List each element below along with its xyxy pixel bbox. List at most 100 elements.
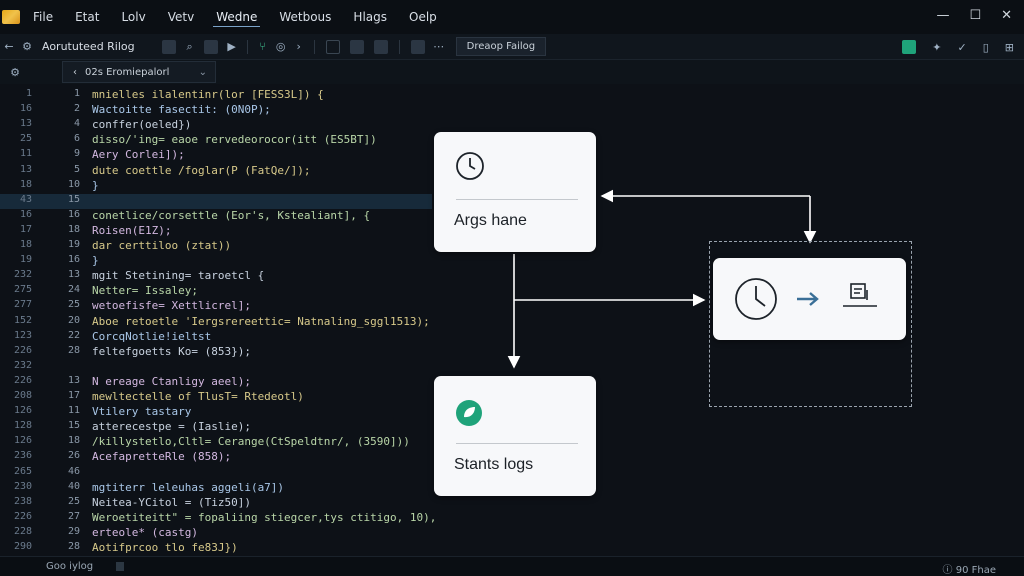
gutter-outer-number: 16 — [19, 208, 32, 220]
code-text: conetlice/corsettle (Eor's, Kstealiant],… — [92, 208, 371, 222]
code-line[interactable]: 226 28 feltefgoetts Ko= (853}); — [0, 345, 432, 360]
play-icon[interactable]: ▶ — [223, 40, 241, 53]
sidebar-icon[interactable]: ▯ — [983, 41, 989, 54]
gutter-outer-number: 123 — [13, 329, 32, 341]
terminal-icon[interactable] — [410, 39, 425, 54]
code-line[interactable]: 126 18/killystetlo,Cltl= Cerange(CtSpeldt… — [0, 435, 432, 450]
code-line[interactable]: 126 11 Vtilery tastary — [0, 405, 432, 420]
copy-icon[interactable] — [349, 39, 364, 54]
stop-icon[interactable] — [373, 39, 388, 54]
code-line[interactable]: 275 24 Netter= Issaley; — [0, 284, 432, 299]
code-line[interactable]: 277 25 wetoefisfe= Xettlicrel]; — [0, 299, 432, 314]
menu-window[interactable]: Wedne — [213, 8, 261, 27]
node-result[interactable] — [713, 258, 906, 340]
gutter-outer-number: 226 — [13, 510, 32, 522]
status-left-text: Goo iylog — [46, 561, 94, 572]
settings-gear-icon[interactable]: ⚙ — [6, 66, 24, 79]
grid-icon[interactable]: ⊞ — [1005, 41, 1014, 54]
panel-icon[interactable] — [161, 39, 176, 54]
code-line[interactable]: 16 16 conetlice/corsettle (Eor's, Kstealia… — [0, 209, 432, 224]
code-line[interactable]: 43 15 — [0, 193, 432, 209]
layout-icon[interactable] — [203, 39, 218, 54]
code-line[interactable]: 1 1 mnielles ilalentinr(lor [FESS3L]) { — [0, 88, 432, 103]
flow-diagram: Args hane Stants logs — [432, 84, 1024, 556]
code-line[interactable]: 228 29 erteole* (castg) — [0, 526, 432, 541]
gutter-outer-number: 13 — [19, 118, 32, 130]
dots-icon[interactable]: ⋯ — [430, 40, 448, 53]
menu-tools[interactable]: Lolv — [118, 8, 148, 26]
gutter-outer-number: 126 — [13, 405, 32, 417]
node-divider — [456, 443, 578, 444]
line-number: 9 — [73, 148, 80, 160]
menu-help[interactable]: Oelp — [406, 8, 440, 26]
code-line[interactable]: 232 13 mgit Stetining= taroetcl { — [0, 269, 432, 284]
node-args[interactable]: Args hane — [434, 132, 596, 252]
code-line[interactable]: 13 5 dute coettle /foglar(P (FatQe/]); — [0, 164, 432, 179]
maximize-icon[interactable]: ☐ — [969, 8, 981, 23]
code-line[interactable]: 13 4 conffer(oeled}) — [0, 118, 432, 133]
code-line[interactable]: 265 46 — [0, 466, 432, 481]
code-text: atterecestpe = (Iaslie); — [92, 420, 251, 434]
code-line[interactable]: 226 13 N ereage Ctanligy aeel); — [0, 375, 432, 390]
code-line[interactable]: 128 15 atterecestpe = (Iaslie); — [0, 420, 432, 435]
gutter-outer-number: 226 — [13, 344, 32, 356]
project-title: Aorututeed Rilog — [42, 40, 135, 53]
gutter-outer-number: 277 — [13, 299, 32, 311]
close-icon[interactable]: ✕ — [1001, 8, 1012, 23]
code-text: Aboe retoetle 'Iergsrereettic= Natnaling… — [92, 314, 430, 328]
menu-flags[interactable]: Hlags — [350, 8, 390, 26]
code-line[interactable]: 226 27 Weroetiteitt" = fopaliing stiegcer… — [0, 510, 436, 526]
code-text: dute coettle /foglar(P (FatQe/]); — [92, 163, 311, 177]
line-number: 13 — [67, 374, 80, 386]
chevron-down-icon[interactable]: ⌄ — [199, 67, 207, 78]
code-text: Aotifprcoo tlo fe83J}) — [92, 541, 238, 554]
code-line[interactable]: 11 9 Aery Corlei]); — [0, 148, 432, 163]
menu-websites[interactable]: Wetbous — [276, 8, 334, 26]
node-logs[interactable]: Stants logs — [434, 376, 596, 496]
globe-icon[interactable]: ◎ — [272, 40, 290, 53]
branch-icon[interactable]: ⑂ — [254, 40, 272, 53]
split-editor-icon[interactable] — [325, 39, 340, 54]
code-line[interactable]: 290 28 Aotifprcoo tlo fe83J}) — [0, 541, 432, 556]
gutter-outer-number: 228 — [13, 525, 32, 537]
leaf-badge-icon — [456, 400, 482, 426]
settings-gear-icon[interactable]: ⚙ — [18, 40, 36, 53]
code-line[interactable]: 208 17 mewltectelle of TlusT= Rtedeotl) — [0, 390, 432, 405]
menu-view[interactable]: Vetv — [165, 8, 197, 26]
editor-tab-row: ⚙ ‹ 02s Eromiepalorl ⌄ — [0, 60, 1024, 84]
menu-file[interactable]: File — [30, 8, 56, 26]
back-arrow-icon[interactable]: ← — [0, 40, 18, 53]
chevron-right-icon[interactable]: › — [290, 40, 308, 53]
minimize-icon[interactable]: — — [936, 8, 949, 23]
code-line[interactable]: 17 18 Roisen(E1Z); — [0, 224, 432, 239]
file-tab-label: 02s Eromiepalorl — [85, 66, 170, 78]
arrow-right-icon — [797, 292, 819, 306]
code-line[interactable]: 230 40 mgtiterr leleuhas aggeli(a7]) — [0, 481, 432, 496]
chevron-left-icon[interactable]: ‹ — [73, 67, 77, 78]
code-line[interactable]: 18 19 dar certtiloo (ztat)) — [0, 239, 432, 254]
code-line[interactable]: 152 20 Aboe retoetle 'Iergsrereettic= Nat… — [0, 315, 432, 330]
code-line[interactable]: 19 16} — [0, 254, 432, 269]
code-line[interactable]: 18 10} — [0, 179, 432, 194]
code-line[interactable]: 16 2 Wactoitte fasectit: (0N0P); — [0, 103, 432, 118]
check-icon[interactable]: ✓ — [958, 41, 967, 54]
toolbar: ← ⚙ Aorututeed Rilog ⌕ ▶ ⑂ ◎ › ⋯ Dreaop … — [0, 34, 1024, 60]
code-text: Neitea-YCitol = (Tiz50]) — [92, 495, 251, 509]
menu-edit[interactable]: Etat — [72, 8, 102, 26]
code-line[interactable]: 232 — [0, 360, 432, 375]
line-number: 29 — [67, 525, 80, 537]
code-line[interactable]: 25 6 disso/'ing= eaoe rervedeorocor(itt (… — [0, 133, 432, 148]
code-text: Vtilery tastary — [92, 405, 192, 419]
code-line[interactable]: 123 22 CorcqNotlie!ieltst — [0, 330, 432, 345]
code-text: dar certtiloo (ztat)) — [92, 239, 232, 252]
code-line[interactable]: 238 25 Neitea-YCitol = (Tiz50]) — [0, 496, 432, 511]
search-icon[interactable]: ⌕ — [181, 40, 199, 54]
code-editor[interactable]: 1 1 mnielles ilalentinr(lor [FESS3L]) {16 2… — [0, 84, 436, 556]
code-text: Wactoitte fasectit: (0N0P); — [92, 103, 271, 117]
right-toolbar: ✦ ✓ ▯ ⊞ — [902, 40, 1014, 54]
code-line[interactable]: 236 26 AcefapretteRle (858); — [0, 450, 432, 465]
run-button[interactable] — [902, 40, 917, 54]
file-tab[interactable]: ‹ 02s Eromiepalorl ⌄ — [62, 61, 216, 83]
open-tab-chip[interactable]: Dreaop Failog — [455, 37, 547, 56]
sparkle-icon[interactable]: ✦ — [932, 41, 941, 54]
